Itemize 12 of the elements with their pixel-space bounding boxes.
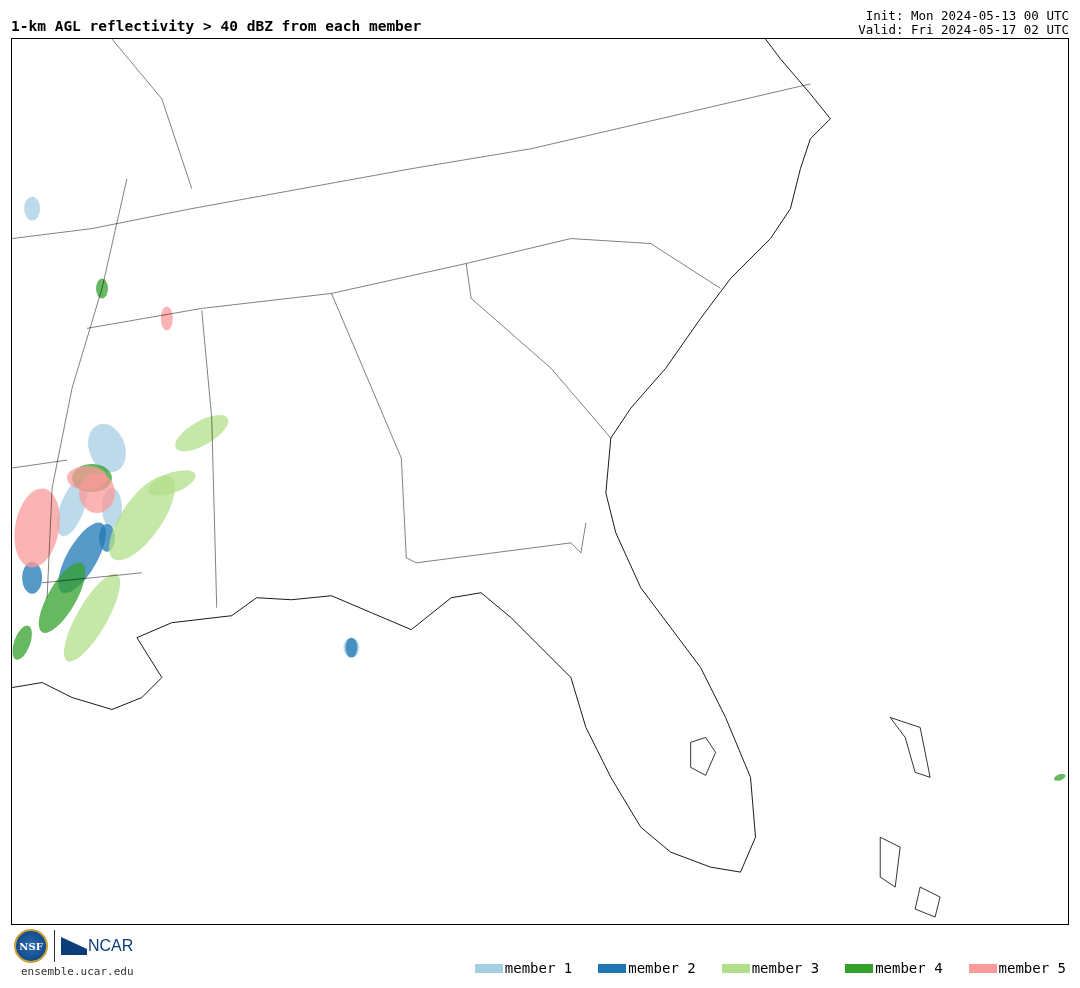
chart-title: 1-km AGL reflectivity > 40 dBZ from each member (11, 18, 422, 36)
legend-label: member 5 (998, 960, 1066, 976)
init-time: Init: Mon 2024-05-13 00 UTC (865, 9, 1069, 23)
ncar-logo: NCAR (88, 937, 134, 955)
site-url: ensemble.ucar.edu (20, 965, 134, 978)
legend-label: member 2 (628, 960, 696, 976)
legend-label: member 1 (504, 960, 573, 976)
nsf-logo: NSF (14, 929, 48, 963)
valid-time: Valid: Fri 2024-05-17 02 UTC (858, 23, 1069, 37)
legend-label: member 3 (751, 960, 820, 976)
ncar-logo-icon (61, 937, 87, 955)
legend-label: member 4 (875, 960, 943, 976)
